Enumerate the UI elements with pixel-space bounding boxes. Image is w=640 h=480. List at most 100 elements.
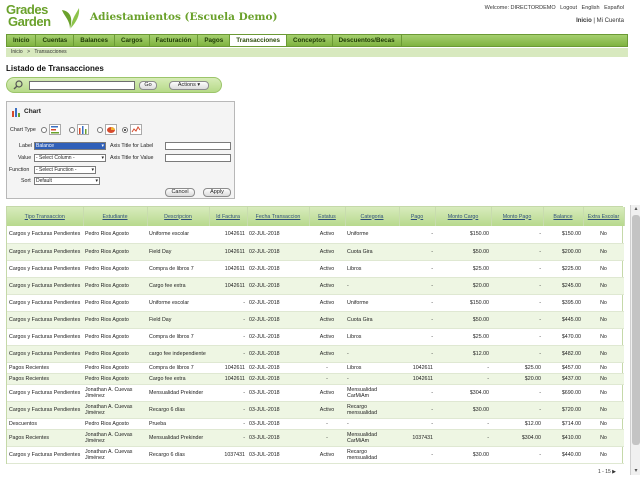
- column-header[interactable]: Monto Pago: [491, 207, 544, 226]
- column-header[interactable]: Descripcion: [147, 207, 210, 226]
- search-input[interactable]: [29, 81, 135, 90]
- table-cell: cargo fee independiente: [147, 345, 209, 363]
- table-row[interactable]: Cargos y Facturas Pendientes Pedro Rios A…: [7, 311, 624, 329]
- table-cell: 02-JUL-2018: [247, 311, 309, 329]
- table-cell: 02-JUL-2018: [247, 294, 309, 312]
- inicio-link[interactable]: Inicio: [576, 18, 592, 24]
- column-header[interactable]: Balance: [543, 207, 584, 226]
- english-link[interactable]: English: [582, 5, 600, 11]
- table-cell: Pedro Rios Agosto: [83, 277, 147, 295]
- nav-tab-pagos[interactable]: Pagos: [198, 35, 231, 46]
- table-row[interactable]: Pagos Recientes Jonathan A. Cuevas Jiméne…: [7, 429, 624, 447]
- table-cell: No: [583, 429, 624, 447]
- table-cell: No: [583, 384, 624, 402]
- table-cell: Libros: [345, 260, 399, 278]
- table-cell: 03-JUL-2018: [247, 384, 309, 402]
- table-row[interactable]: Cargos y Facturas Pendientes Jonathan A. …: [7, 446, 624, 464]
- table-row[interactable]: Pagos Recientes Pedro Rios Agosto Cargo fe…: [7, 373, 624, 385]
- logout-link[interactable]: Logout: [560, 5, 577, 11]
- nav-tab-conceptos[interactable]: Conceptos: [287, 35, 333, 46]
- table-cell: -: [399, 401, 435, 419]
- table-cell: Recargo 6 días: [147, 446, 209, 464]
- table-cell: -: [399, 418, 435, 430]
- table-row[interactable]: Cargos y Facturas Pendientes Pedro Rios A…: [7, 260, 624, 278]
- nav-tab-cuentas[interactable]: Cuentas: [36, 35, 75, 46]
- table-cell: Compra de libros 7: [147, 362, 209, 374]
- grades-garden-logo[interactable]: Grades Garden: [6, 3, 84, 30]
- table-cell: Uniforme escolar: [147, 226, 209, 244]
- table-row[interactable]: Cargos y Facturas Pendientes Pedro Rios A…: [7, 328, 624, 346]
- chart-type-radio-pie[interactable]: [97, 127, 103, 133]
- table-row[interactable]: Cargos y Facturas Pendientes Jonathan A. …: [7, 401, 624, 419]
- table-row[interactable]: Pagos Recientes Pedro Rios Agosto Compra d…: [7, 362, 624, 374]
- table-cell: Pedro Rios Agosto: [83, 345, 147, 363]
- nav-tab-cargos[interactable]: Cargos: [115, 35, 150, 46]
- apply-button[interactable]: Apply: [203, 188, 231, 197]
- table-cell: -: [491, 328, 543, 346]
- table-row[interactable]: Cargos y Facturas Pendientes Pedro Rios A…: [7, 294, 624, 312]
- table-cell: -: [209, 429, 247, 447]
- table-row[interactable]: Cargos y Facturas Pendientes Pedro Rios A…: [7, 277, 624, 295]
- table-cell: 1042611: [399, 373, 435, 385]
- column-header[interactable]: Tipo Transaccion: [7, 207, 84, 226]
- axis-title-label-input[interactable]: [165, 142, 231, 150]
- table-cell: No: [583, 401, 624, 419]
- actions-button[interactable]: Actions ▾: [169, 81, 209, 90]
- value-select[interactable]: - Select Column - ▾: [34, 154, 106, 162]
- table-cell: -: [399, 328, 435, 346]
- table-cell: Pagos Recientes: [7, 373, 83, 385]
- column-header[interactable]: Fecha Transaccion: [247, 207, 310, 226]
- axis-title-value-input[interactable]: [165, 154, 231, 162]
- scroll-up-arrow-icon[interactable]: ▴: [632, 205, 640, 213]
- function-select[interactable]: - Select Function - ▾: [34, 166, 96, 174]
- espanol-link[interactable]: Español: [604, 5, 624, 11]
- chart-type-radio-hbar[interactable]: [41, 127, 47, 133]
- table-row[interactable]: Cargos y Facturas Pendientes Jonathan A. …: [7, 384, 624, 402]
- table-cell: $440.00: [543, 446, 583, 464]
- chart-type-label: Chart Type: [10, 127, 36, 133]
- pagination[interactable]: 1 - 15 ▶: [598, 469, 616, 475]
- column-header[interactable]: Id Factura: [209, 207, 248, 226]
- column-header[interactable]: Pago: [399, 207, 436, 226]
- vertical-scrollbar[interactable]: ▴ ▾: [630, 205, 640, 475]
- column-header[interactable]: Extra Escolar: [583, 207, 625, 226]
- nav-tab-transacciones[interactable]: Transacciones: [230, 35, 288, 46]
- go-button[interactable]: Go: [139, 81, 157, 90]
- search-icon[interactable]: [13, 80, 23, 90]
- breadcrumb-home[interactable]: Inicio: [11, 49, 23, 55]
- table-cell: 02-JUL-2018: [247, 345, 309, 363]
- column-header[interactable]: Estudiante: [83, 207, 148, 226]
- table-cell: $150.00: [435, 226, 491, 244]
- label-select[interactable]: Balance ▾: [34, 142, 106, 150]
- chevron-down-icon: ▾: [91, 167, 94, 173]
- scroll-down-arrow-icon[interactable]: ▾: [632, 467, 640, 475]
- table-cell: 02-JUL-2018: [247, 260, 309, 278]
- nav-tab-inicio[interactable]: Inicio: [7, 35, 37, 46]
- table-row[interactable]: Cargos y Facturas Pendientes Pedro Rios A…: [7, 243, 624, 261]
- table-cell: -: [209, 328, 247, 346]
- page-title: Listado de Transacciones: [6, 64, 104, 73]
- column-header[interactable]: Monto Cargo: [435, 207, 492, 226]
- table-cell: No: [583, 362, 624, 374]
- cancel-button[interactable]: Cancel: [165, 188, 195, 197]
- chevron-down-icon: ▾: [101, 143, 104, 149]
- sort-select[interactable]: Default ▾: [34, 177, 100, 185]
- nav-tab-descuentos-becas[interactable]: Descuentos/Becas: [333, 35, 402, 46]
- nav-tab-balances[interactable]: Balances: [74, 35, 115, 46]
- mi-cuenta-link[interactable]: Mi Cuenta: [597, 18, 624, 24]
- table-cell: -: [491, 345, 543, 363]
- column-header[interactable]: Categoria: [345, 207, 400, 226]
- chart-type-radio-line[interactable]: [122, 127, 128, 133]
- scroll-thumb[interactable]: [632, 215, 640, 445]
- table-cell: -: [399, 277, 435, 295]
- horizontal-bar-chart-icon: [49, 124, 61, 135]
- table-row[interactable]: Descuentos Pedro Rios Agosto Prueba -03-JUL…: [7, 418, 624, 430]
- table-row[interactable]: Cargos y Facturas Pendientes Pedro Rios A…: [7, 226, 624, 244]
- chart-type-radio-vbar[interactable]: [69, 127, 75, 133]
- table-cell: $25.00: [435, 260, 491, 278]
- table-row[interactable]: Cargos y Facturas Pendientes Pedro Rios A…: [7, 345, 624, 363]
- nav-tab-facturaci-n[interactable]: Facturación: [150, 35, 199, 46]
- column-header[interactable]: Estatus: [309, 207, 346, 226]
- table-cell: 1042611: [209, 243, 247, 261]
- table-cell: -: [491, 294, 543, 312]
